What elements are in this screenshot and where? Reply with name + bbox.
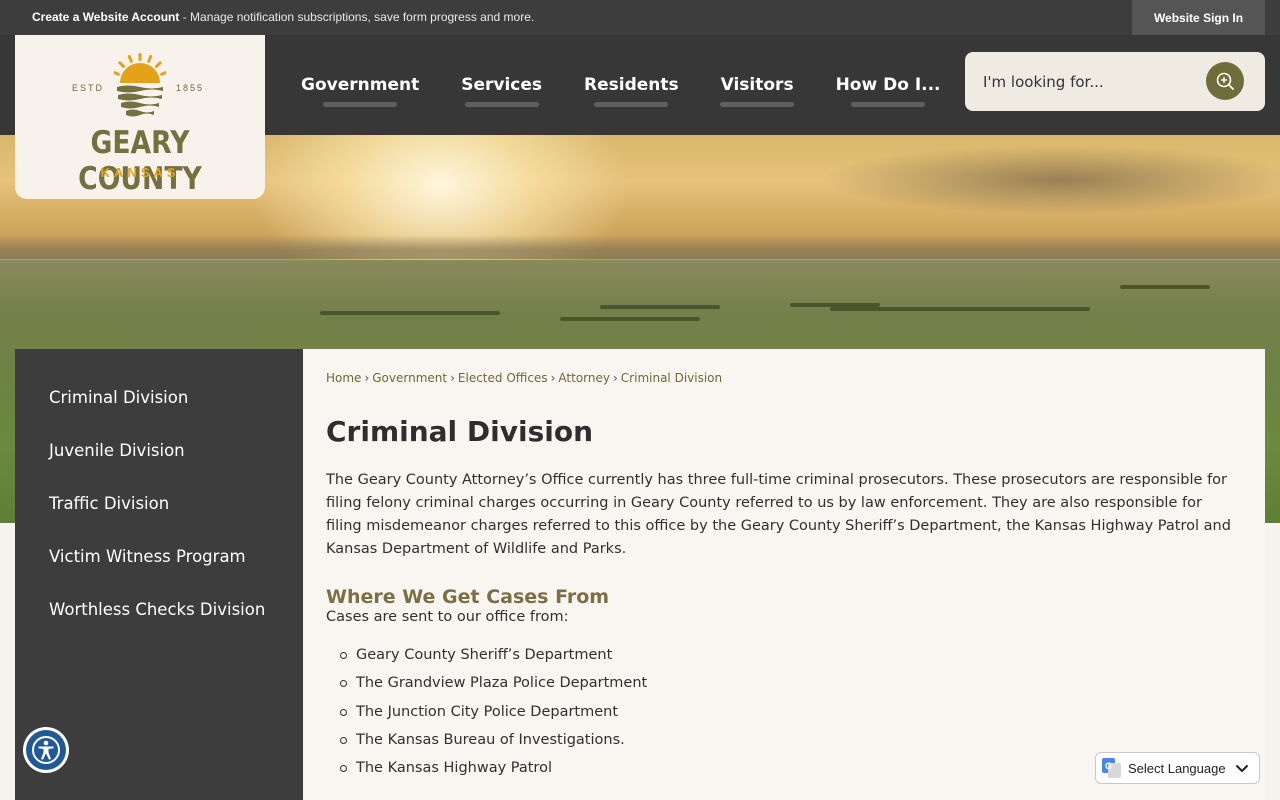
search-input[interactable] [983,68,1203,96]
site-search [965,52,1265,111]
treeline [600,305,720,309]
nav-government[interactable]: Government [280,35,440,135]
list-item: The Junction City Police Department [326,702,1243,730]
sidebar-item-victim-witness-program[interactable]: Victim Witness Program [15,544,303,569]
logo-state: KANSAS [100,165,180,180]
nav-underline [851,102,926,107]
main-navigation: Government Services Residents Visitors H… [280,35,962,135]
accessibility-button[interactable] [23,727,69,773]
section-lead: Cases are sent to our office from: [326,609,569,625]
sun-emblem-icon [114,53,166,117]
search-icon [1216,72,1234,90]
logo-year: 1855 [176,83,205,93]
nav-label: Services [461,75,542,95]
sidebar-item-criminal-division[interactable]: Criminal Division [15,385,303,410]
cloud-shadow [820,145,1280,215]
section-heading: Where We Get Cases From [326,586,610,608]
breadcrumb-separator: › [364,371,370,385]
language-select[interactable]: G Select Language [1095,752,1260,784]
breadcrumb-separator: › [450,371,455,385]
nav-underline [594,102,669,107]
treeline [560,317,700,321]
nav-underline [720,102,795,107]
language-select-label: Select Language [1128,760,1226,776]
intro-paragraph: The Geary County Attorney’s Office curre… [326,472,1231,557]
treeline [320,311,500,315]
nav-label: Residents [584,75,679,95]
horizon [0,235,1280,259]
website-sign-in-button[interactable]: Website Sign In [1132,0,1265,35]
sidebar-item-juvenile-division[interactable]: Juvenile Division [15,438,303,463]
svg-text:G: G [1105,761,1112,771]
county-logo[interactable]: ESTD 1855 GEARY COUNTY KANSAS [15,35,265,199]
list-item: Geary County Sheriff’s Department [326,645,1243,673]
chevron-down-icon [1236,765,1248,772]
logo-county-name: GEARY COUNTY [78,125,202,197]
page-title: Criminal Division [326,415,594,448]
main-content: Home › Government › Elected Offices › Attorney… [303,349,1265,800]
treeline [1120,285,1210,289]
nav-underline [464,102,539,107]
sidebar-item-worthless-checks-division[interactable]: Worthless Checks Division [15,597,303,622]
breadcrumb-separator: › [612,371,618,385]
breadcrumb-elected-offices[interactable]: Elected Offices [458,371,548,385]
nav-services[interactable]: Services [440,35,563,135]
accessibility-badge [26,730,66,770]
nav-label: Visitors [720,75,794,95]
breadcrumb-current: Criminal Division [620,371,723,385]
sidebar-item-traffic-division[interactable]: Traffic Division [15,491,303,516]
nav-label: How Do I... [835,75,941,95]
search-button[interactable] [1206,62,1244,100]
breadcrumb-home[interactable]: Home [326,371,361,385]
breadcrumb-attorney[interactable]: Attorney [558,371,610,385]
google-translate-icon: G [1102,758,1121,778]
create-account-link[interactable]: Create a Website Account - Manage notifi… [32,10,534,24]
treeline [830,307,1090,311]
utility-bar: Create a Website Account - Manage notifi… [0,0,1280,35]
nav-underline [323,102,398,107]
list-item: The Grandview Plaza Police Department [326,673,1243,701]
breadcrumb: Home › Government › Elected Offices › Attorney… [326,371,1243,385]
nav-residents[interactable]: Residents [563,35,700,135]
nav-label: Government [301,75,420,95]
accessibility-icon [32,736,60,764]
nav-visitors[interactable]: Visitors [700,35,815,135]
breadcrumb-government[interactable]: Government [372,371,447,385]
nav-how-do-i[interactable]: How Do I... [815,35,962,135]
breadcrumb-separator: › [550,371,556,385]
logo-estd: ESTD [72,83,105,93]
